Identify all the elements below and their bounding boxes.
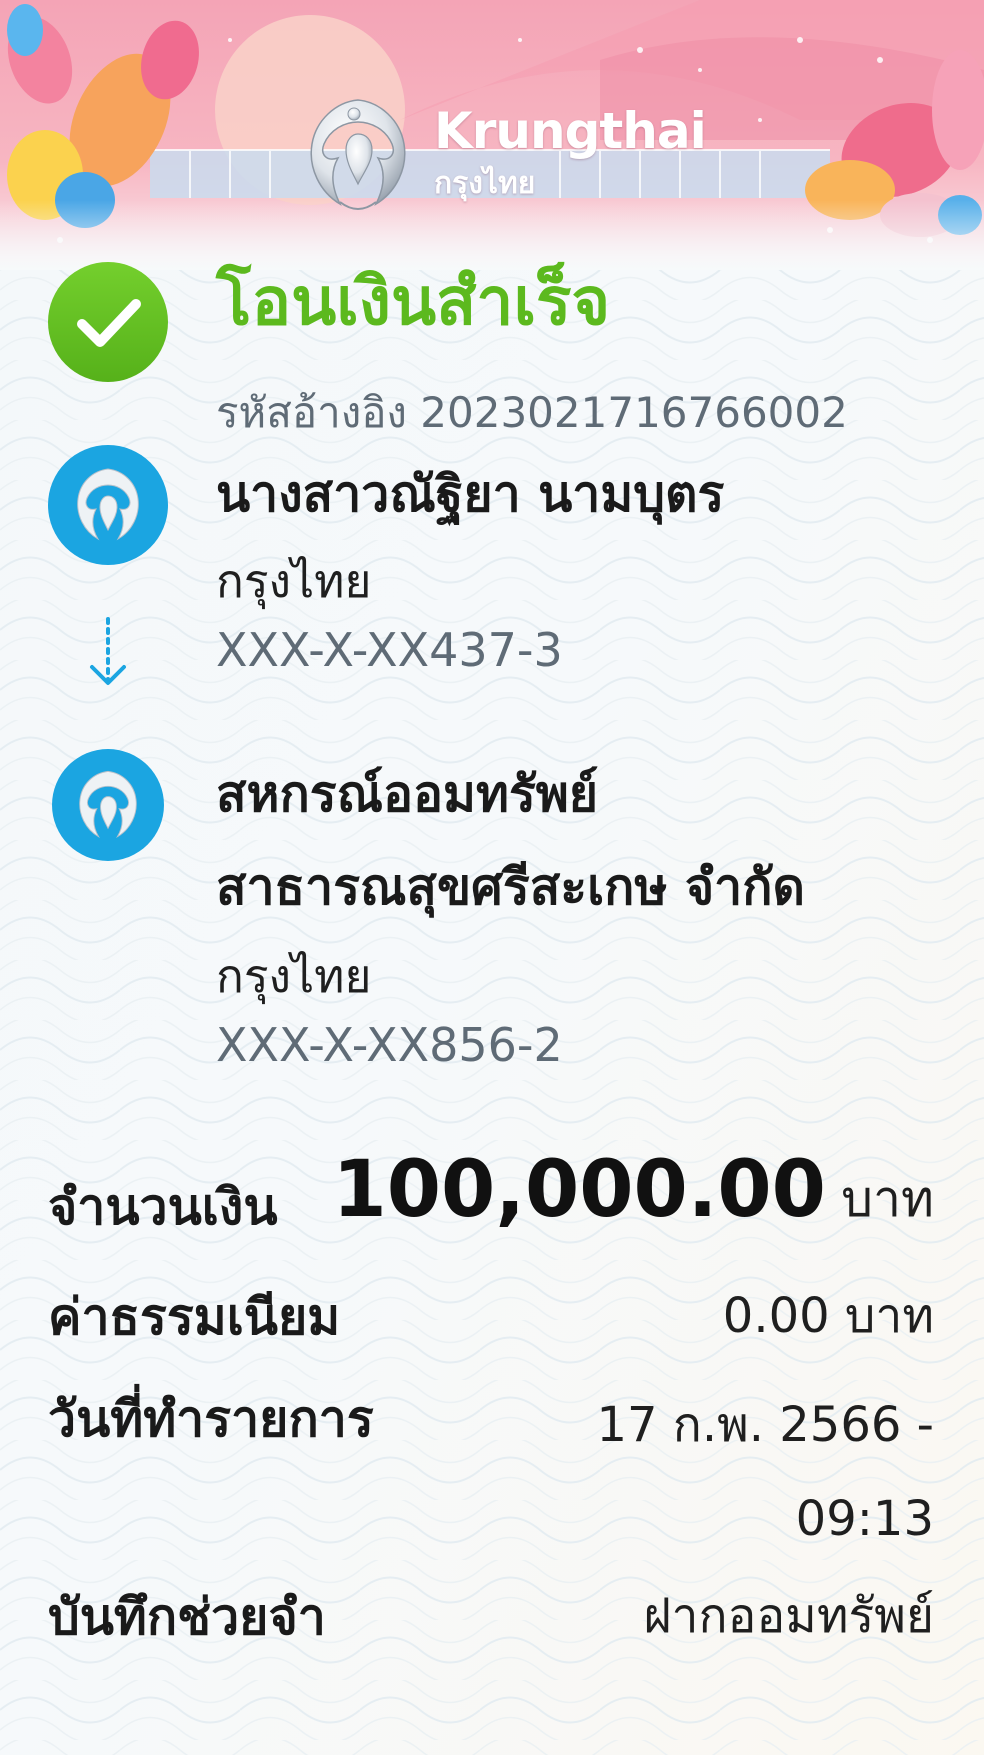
krungthai-logo-icon (79, 770, 137, 839)
check-circle-icon (48, 262, 168, 382)
krungthai-logo-icon (77, 468, 139, 541)
sender-bank: กรุงไทย (216, 554, 372, 608)
memo-value: ฝากออมทรัพย์ (643, 1588, 934, 1644)
amount-number: 100,000.00 (332, 1145, 826, 1235)
receiver-bank: กรุงไทย (216, 949, 372, 1003)
krungthai-bird-logo-icon (310, 99, 406, 210)
amount-label: จำนวนเงิน (48, 1178, 278, 1236)
reference-value: 2023021716766002 (420, 388, 848, 437)
receiver-name-line2: สาธารณสุขศรีสะเกษ จำกัด (216, 858, 805, 916)
date-value-line1: 17 ก.พ. 2566 - (596, 1397, 934, 1453)
brand-name-en: Krungthai (434, 102, 707, 160)
sender-name: นางสาวณัฐิยา นามบุตร (216, 465, 725, 523)
date-value-line2: 09:13 (795, 1491, 934, 1547)
reference-label: รหัสอ้างอิง (216, 388, 407, 437)
date-label: วันที่ทำรายการ (48, 1390, 374, 1448)
amount-value: 100,000.00 บาท (333, 1145, 935, 1239)
memo-label: บันทึกช่วยจำ (48, 1588, 326, 1646)
fee-value: 0.00 บาท (722, 1288, 934, 1344)
header-banner: Krungthai กรุงไทย (0, 0, 984, 270)
sender-bank-avatar (48, 445, 168, 565)
date-value: 17 ก.พ. 2566 - 09:13 (596, 1378, 934, 1566)
arrow-down-icon (90, 617, 126, 685)
receiver-name-line1: สหกรณ์ออมทรัพย์ (216, 765, 599, 823)
status-title: โอนเงินสำเร็จ (216, 263, 611, 340)
receiver-bank-avatar (52, 749, 164, 861)
sender-account: XXX-X-XX437-3 (216, 623, 563, 677)
brand-logo: Krungthai กรุงไทย (296, 92, 716, 217)
fee-label: ค่าธรรมเนียม (48, 1288, 341, 1346)
reference-code: รหัสอ้างอิง 2023021716766002 (216, 380, 848, 446)
brand-name-th: กรุงไทย (434, 166, 536, 201)
receiver-account: XXX-X-XX856-2 (216, 1018, 563, 1072)
amount-unit: บาท (841, 1170, 934, 1228)
